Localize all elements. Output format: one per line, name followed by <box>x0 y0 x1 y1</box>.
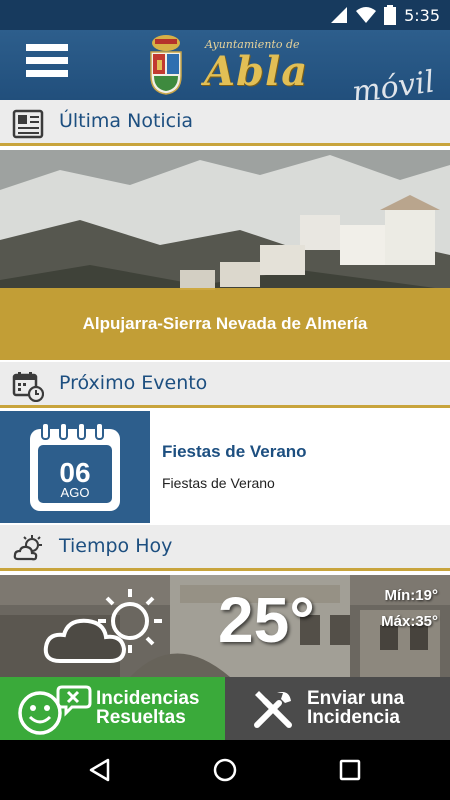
report-line-1: Enviar una <box>307 688 405 709</box>
resolved-line-2: Resueltas <box>96 707 186 728</box>
menu-icon[interactable] <box>26 44 68 84</box>
event-month: AGO <box>61 485 90 500</box>
event-title[interactable]: Fiestas de Verano <box>162 442 307 462</box>
partly-cloudy-icon <box>43 589 162 663</box>
tools-icon <box>254 691 292 728</box>
news-caption[interactable]: Alpujarra-Sierra Nevada de Almería <box>0 288 450 360</box>
news-section-header[interactable]: Última Noticia <box>0 100 450 146</box>
resolved-line-1: Incidencias <box>96 688 200 709</box>
report-line-2: Incidencia <box>307 707 400 728</box>
recent-apps-icon[interactable] <box>339 759 361 781</box>
min-temperature: Mín:19° <box>384 587 438 604</box>
weather-icon <box>13 535 42 561</box>
signal-icon <box>331 7 348 23</box>
news-section-title: Última Noticia <box>59 110 194 132</box>
calendar-clock-icon <box>12 372 44 402</box>
event-card[interactable]: 06 AGO Fiestas de Verano Fiestas de Vera… <box>0 411 450 523</box>
app-header: Ayuntamiento de Abla móvil <box>0 30 450 111</box>
resolved-incidents-button[interactable]: Incidencias Resueltas <box>0 677 225 740</box>
report-incident-label[interactable]: Enviar una Incidencia <box>307 689 404 727</box>
status-time: 5:35 <box>404 5 440 25</box>
battery-icon <box>384 5 397 25</box>
resolved-incidents-label[interactable]: Incidencias Resueltas <box>96 689 200 727</box>
status-icons: 5:35 <box>330 4 440 26</box>
back-icon[interactable] <box>88 758 112 782</box>
newspaper-icon <box>12 109 44 139</box>
home-icon[interactable] <box>212 757 238 783</box>
weather-section-title: Tiempo Hoy <box>59 535 173 557</box>
system-navigation-bar <box>0 740 450 800</box>
weather-section-header[interactable]: Tiempo Hoy <box>0 525 450 571</box>
event-date-box: 06 AGO <box>0 411 150 523</box>
max-temperature: Máx:35° <box>381 613 438 630</box>
brand-title: Abla <box>204 48 309 95</box>
report-incident-button[interactable]: Enviar una Incidencia <box>225 677 450 740</box>
news-headline[interactable]: Alpujarra-Sierra Nevada de Almería <box>0 314 450 334</box>
smiley-chat-icon <box>18 685 92 735</box>
wifi-icon <box>356 7 377 23</box>
calendar-icon: 06 AGO <box>30 422 120 511</box>
coat-of-arms-logo <box>150 35 182 95</box>
weather-card[interactable]: 25° Mín:19° Máx:35° <box>0 575 450 677</box>
event-description: Fiestas de Verano <box>162 475 275 491</box>
event-day: 06 <box>59 457 90 488</box>
event-section-title: Próximo Evento <box>59 372 208 394</box>
event-section-header[interactable]: Próximo Evento <box>0 362 450 408</box>
status-bar: 5:35 <box>0 0 450 30</box>
current-temperature: 25° <box>218 584 315 656</box>
